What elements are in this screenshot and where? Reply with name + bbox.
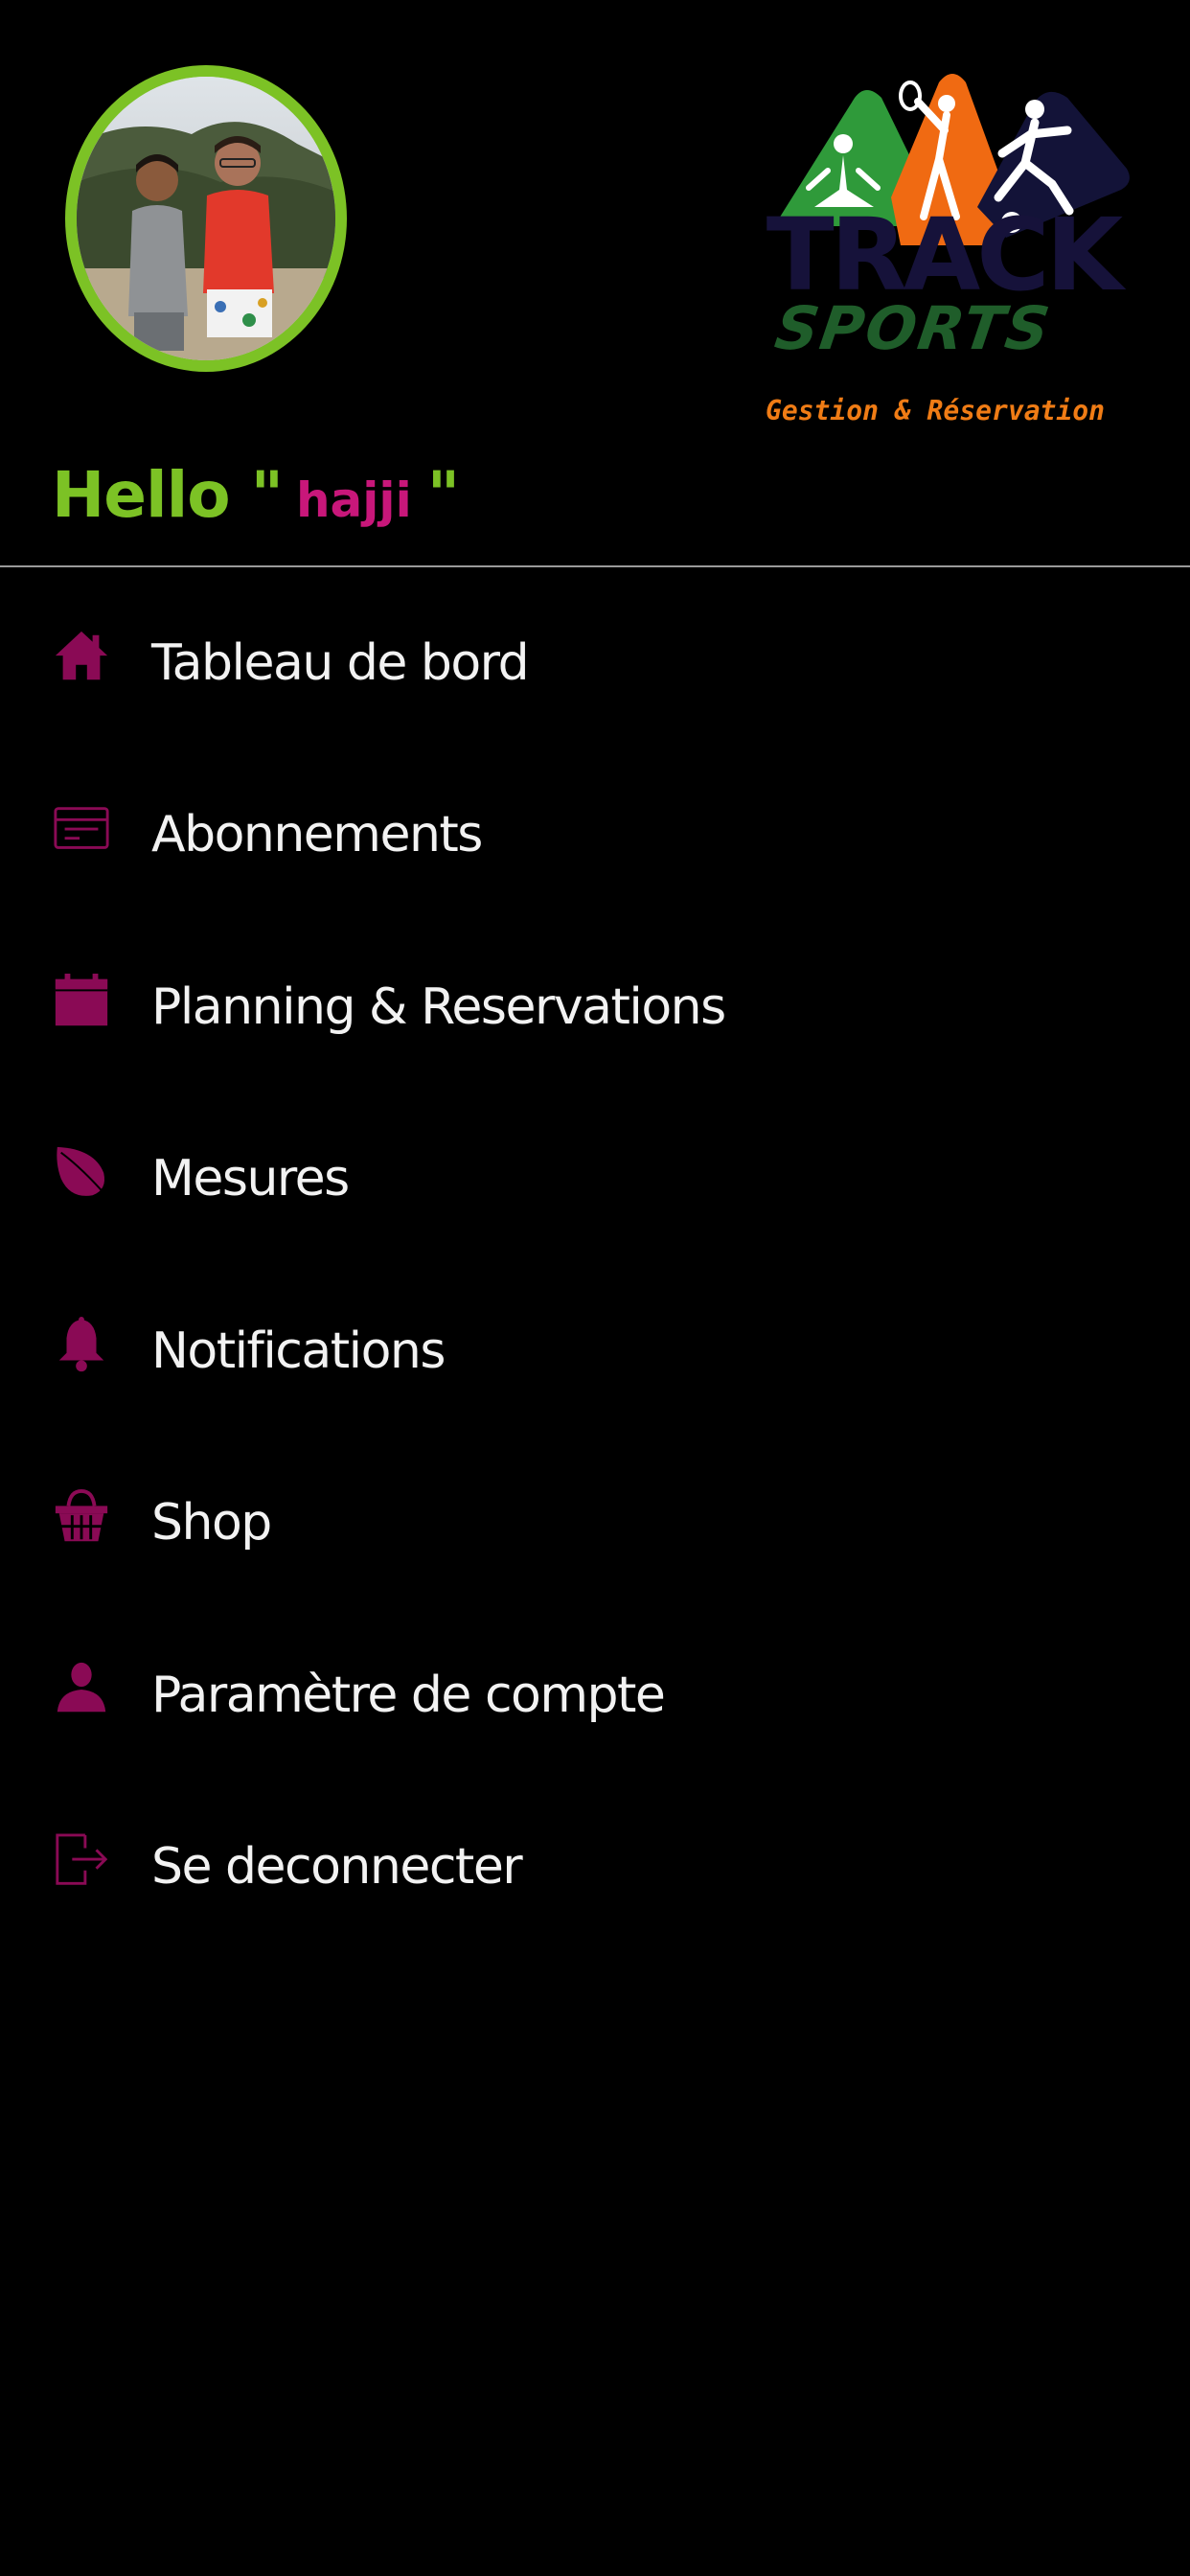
- profile-avatar[interactable]: [65, 65, 347, 372]
- menu-item-planning-reservations[interactable]: Planning & Reservations: [0, 921, 1190, 1093]
- greeting-suffix: ": [426, 458, 461, 532]
- leaf-icon: [50, 1139, 113, 1203]
- menu-item-label: Shop: [151, 1494, 272, 1552]
- home-icon: [50, 624, 113, 687]
- menu-item-mesures[interactable]: Mesures: [0, 1093, 1190, 1266]
- menu-item-label: Tableau de bord: [151, 633, 530, 692]
- menu-item-label: Mesures: [151, 1150, 350, 1208]
- menu-item-label: Se deconnecter: [151, 1838, 523, 1897]
- menu-item-abonnements[interactable]: Abonnements: [0, 749, 1190, 922]
- logo-tagline: Gestion & Réservation: [766, 395, 1105, 426]
- username: hajji: [295, 472, 412, 528]
- header-divider: [0, 565, 1190, 567]
- navigation-menu: Tableau de bord Abonnements Planning & R…: [0, 577, 1190, 1953]
- menu-item-se-deconnecter[interactable]: Se deconnecter: [0, 1782, 1190, 1954]
- menu-item-label: Paramètre de compte: [151, 1666, 666, 1724]
- menu-item-notifications[interactable]: Notifications: [0, 1265, 1190, 1438]
- basket-icon: [50, 1484, 113, 1547]
- menu-item-tableau-de-bord[interactable]: Tableau de bord: [0, 577, 1190, 749]
- drawer-header: TRACK SPORTS Gestion & Réservation Hello…: [0, 0, 1190, 567]
- user-icon: [50, 1656, 113, 1719]
- card-icon: [50, 795, 113, 859]
- greeting: Hello " hajji ": [52, 458, 460, 544]
- track-sports-logo: TRACK SPORTS Gestion & Réservation: [747, 63, 1150, 427]
- menu-item-label: Abonnements: [151, 806, 483, 864]
- menu-item-shop[interactable]: Shop: [0, 1438, 1190, 1610]
- logout-icon: [50, 1828, 113, 1891]
- menu-item-parametre-de-compte[interactable]: Paramètre de compte: [0, 1609, 1190, 1782]
- menu-item-label: Notifications: [151, 1322, 446, 1380]
- logo-graphic: TRACK SPORTS Gestion & Réservation: [766, 74, 1131, 426]
- profile-photo: [77, 77, 335, 360]
- logo-sports-text: SPORTS: [771, 293, 1056, 363]
- menu-item-label: Planning & Reservations: [151, 978, 726, 1036]
- calendar-icon: [50, 968, 113, 1031]
- bell-icon: [50, 1312, 113, 1375]
- greeting-prefix: Hello ": [52, 458, 284, 532]
